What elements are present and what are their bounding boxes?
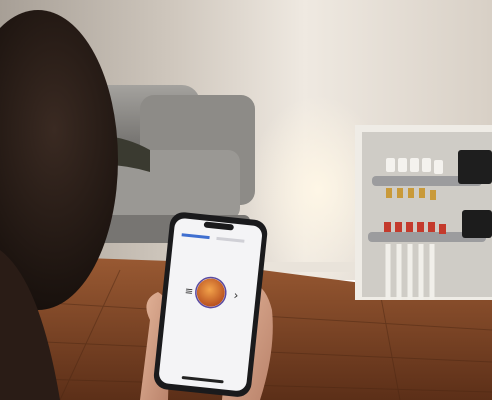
scene-svg: ≡ › bbox=[0, 0, 492, 400]
smartphone: ≡ › bbox=[153, 212, 268, 397]
photo-scene: ≡ › bbox=[0, 0, 492, 400]
nav-left-icon[interactable]: ≡ bbox=[184, 286, 193, 298]
control-box bbox=[458, 150, 492, 184]
pump-unit bbox=[462, 210, 492, 238]
manifold-cabinet bbox=[355, 125, 492, 300]
